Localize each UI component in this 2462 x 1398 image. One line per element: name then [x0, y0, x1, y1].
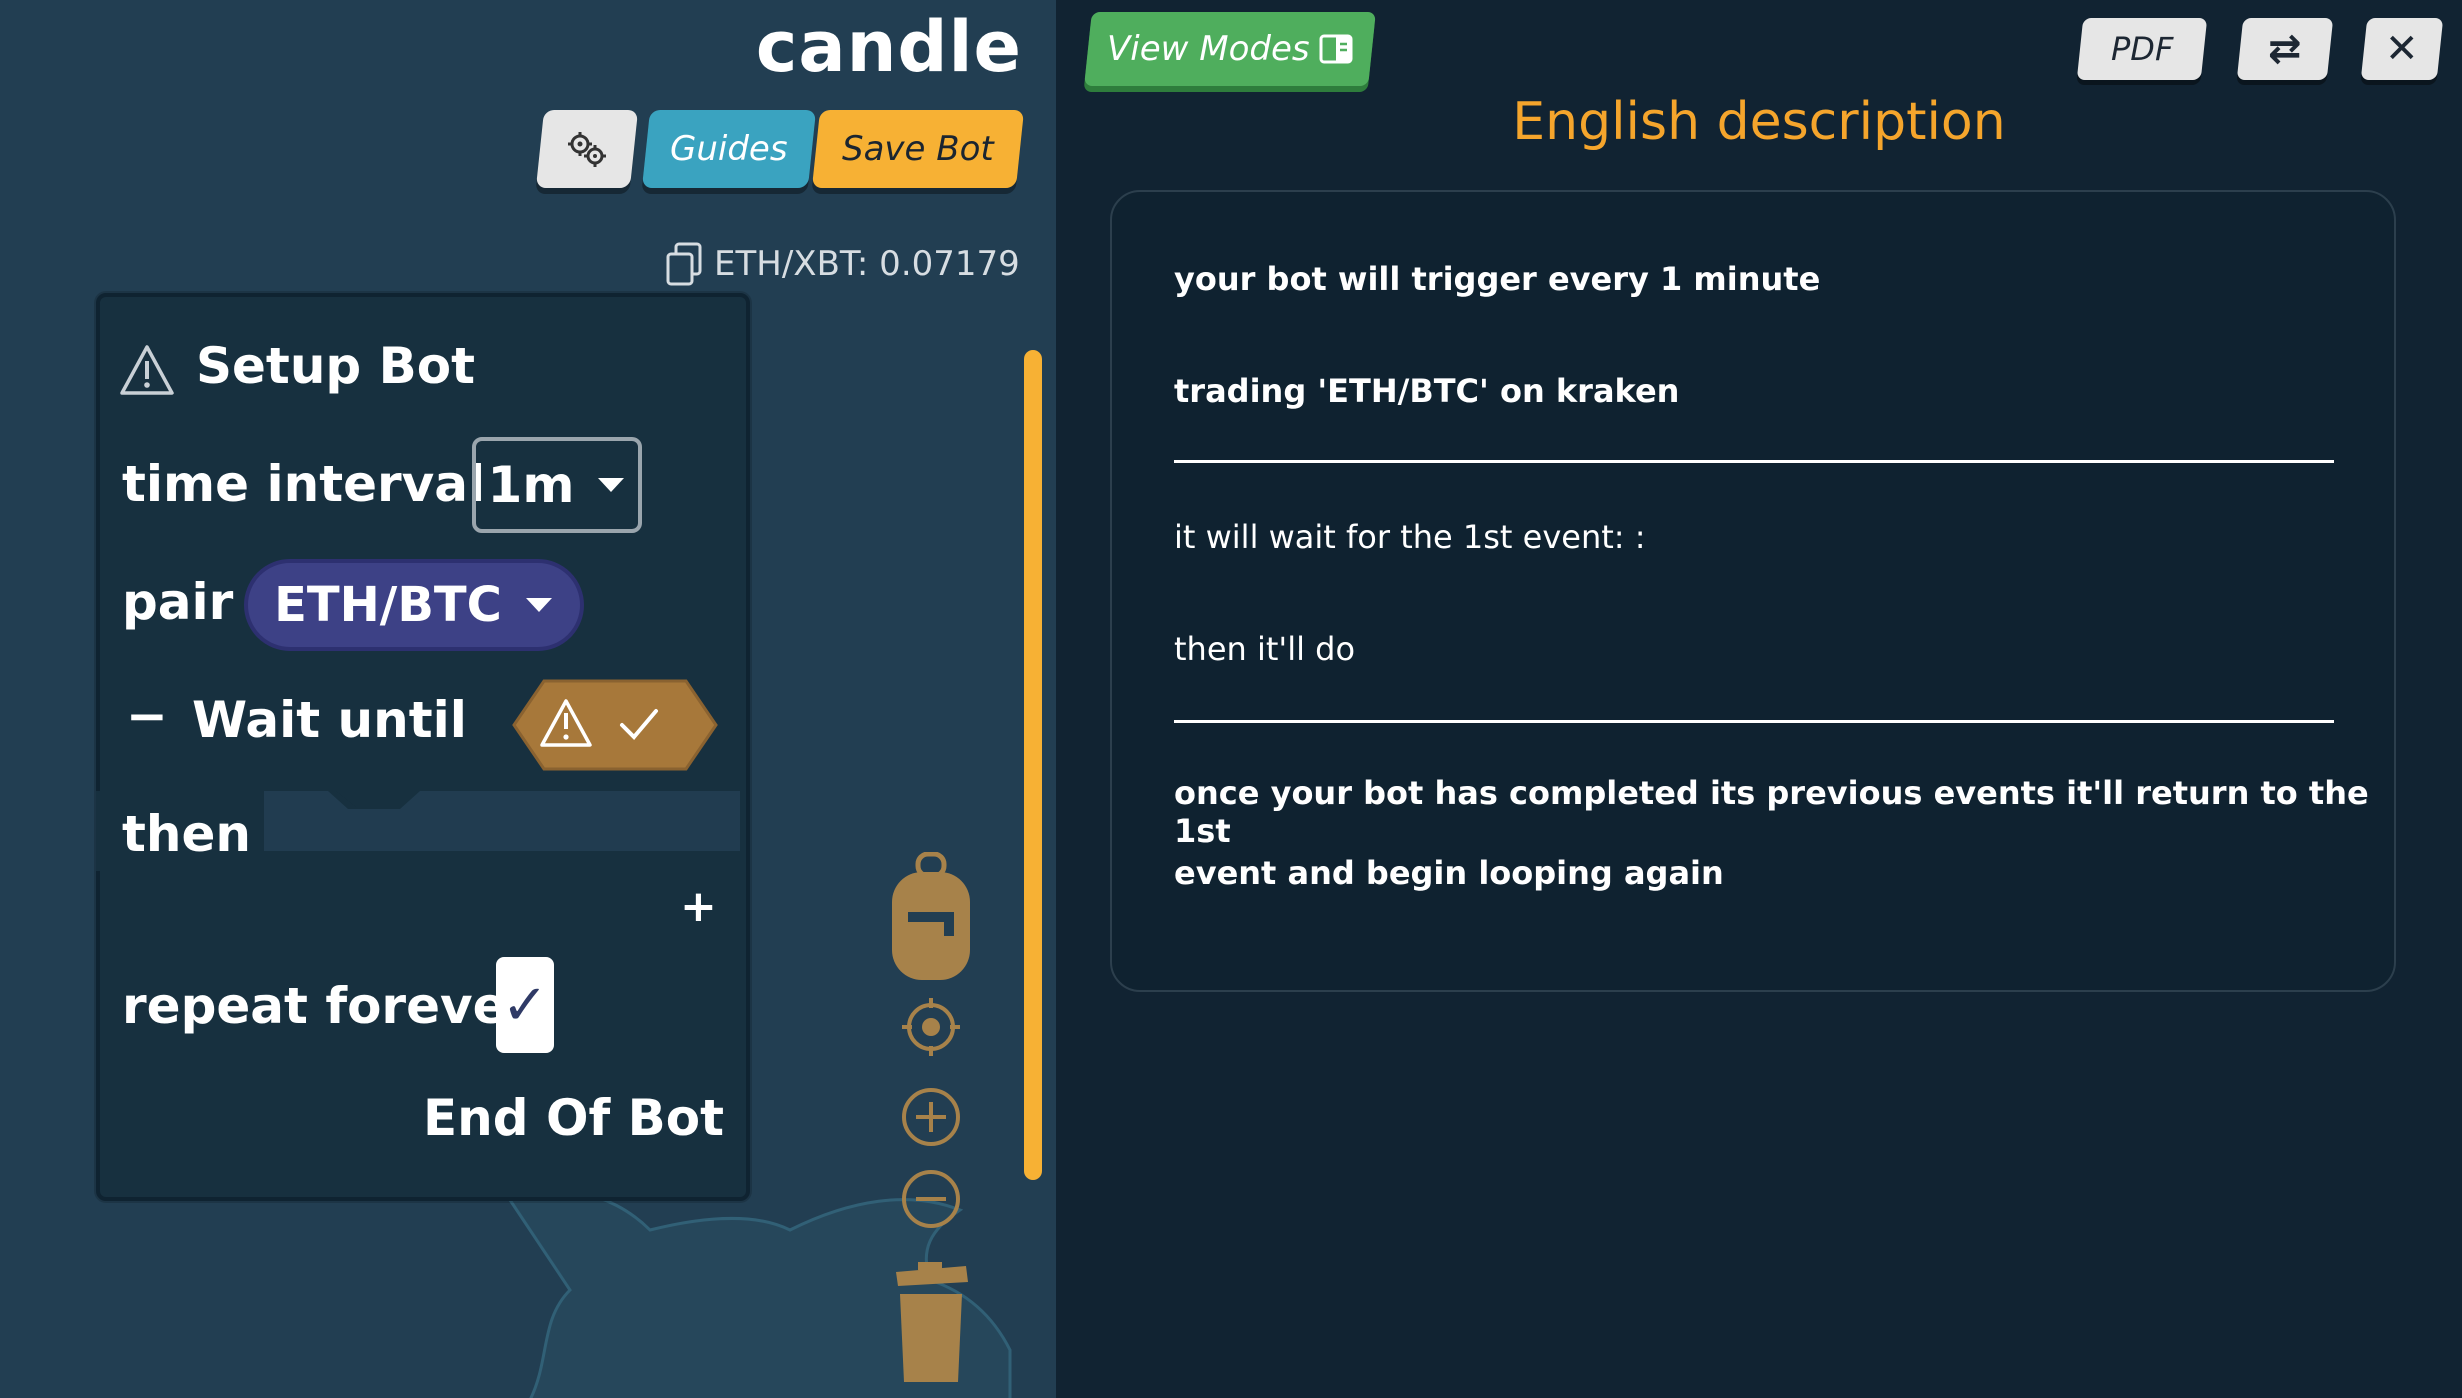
time-interval-dropdown[interactable]: 1m [472, 437, 642, 533]
warning-triangle-icon[interactable] [120, 343, 174, 397]
price-readout: ETH/XBT: 0.07179 [664, 242, 1020, 286]
then-label: then [122, 805, 252, 863]
settings-button[interactable] [535, 110, 639, 188]
workspace-scrollbar[interactable] [1024, 350, 1042, 1180]
workspace-pane[interactable]: candle Guides Save Bot ETH/XBT: 0.07179 … [0, 0, 1056, 1398]
description-card: your bot will trigger every 1 minute tra… [1110, 190, 2396, 992]
add-event-button[interactable]: + [680, 881, 717, 932]
book-icon [1319, 34, 1353, 64]
time-interval-label: time interval [122, 455, 486, 513]
then-statement-slot[interactable] [260, 791, 740, 851]
trash-icon[interactable] [888, 1262, 974, 1382]
repeat-forever-label: repeat forever [122, 977, 532, 1035]
condition-slot[interactable] [510, 677, 720, 773]
setup-bot-block[interactable]: Setup Bot time interval 1m pair ETH/BTC … [96, 293, 750, 1201]
view-modes-button[interactable]: View Modes [1084, 12, 1376, 86]
loop-description-line1: once your bot has completed its previous… [1174, 774, 2369, 850]
repeat-forever-checkbox[interactable]: ✓ [496, 957, 554, 1053]
zoom-in-icon[interactable] [900, 1086, 962, 1148]
description-title: English description [1512, 92, 2006, 152]
swap-icon[interactable]: ⇄ [2236, 18, 2334, 80]
chevron-down-icon [525, 598, 552, 612]
end-of-bot-label: End Of Bot [423, 1089, 724, 1147]
close-symbol: ✕ [2385, 26, 2419, 72]
pair-description: trading 'ETH/BTC' on kraken [1174, 372, 1680, 410]
save-bot-button[interactable]: Save Bot [811, 110, 1025, 188]
save-bot-label: Save Bot [842, 129, 994, 169]
divider [1174, 720, 2334, 723]
pair-label: pair [122, 573, 234, 631]
swap-symbol: ⇄ [2268, 26, 2302, 72]
pdf-button[interactable]: PDF [2076, 18, 2208, 80]
time-interval-value: 1m [487, 456, 575, 514]
trigger-description: your bot will trigger every 1 minute [1174, 260, 1821, 298]
setup-bot-title: Setup Bot [196, 337, 475, 395]
repeat-forever-check: ✓ [501, 972, 549, 1038]
then-description: then it'll do [1174, 630, 1356, 668]
view-modes-label: View Modes [1106, 29, 1310, 69]
pair-dropdown[interactable]: ETH/BTC [244, 559, 584, 651]
wait-description: it will wait for the 1st event: : [1174, 518, 1646, 556]
price-text: ETH/XBT: 0.07179 [714, 244, 1020, 284]
guides-button[interactable]: Guides [641, 110, 817, 188]
pdf-label: PDF [2110, 30, 2174, 68]
crosshair-icon[interactable] [900, 996, 962, 1058]
backpack-icon[interactable] [888, 852, 974, 982]
guides-label: Guides [670, 129, 788, 169]
copy-icon[interactable] [664, 242, 706, 286]
chevron-down-icon [598, 478, 625, 492]
wait-until-label: Wait until [192, 691, 467, 749]
pair-value: ETH/BTC [274, 577, 502, 633]
close-icon[interactable]: ✕ [2360, 18, 2444, 80]
loop-description-line2: event and begin looping again [1174, 854, 1724, 892]
gears-icon [568, 132, 606, 167]
zoom-out-icon[interactable] [900, 1168, 962, 1230]
bot-name-title: candle [755, 6, 1022, 88]
collapse-button[interactable]: − [126, 687, 168, 745]
divider [1174, 460, 2334, 463]
